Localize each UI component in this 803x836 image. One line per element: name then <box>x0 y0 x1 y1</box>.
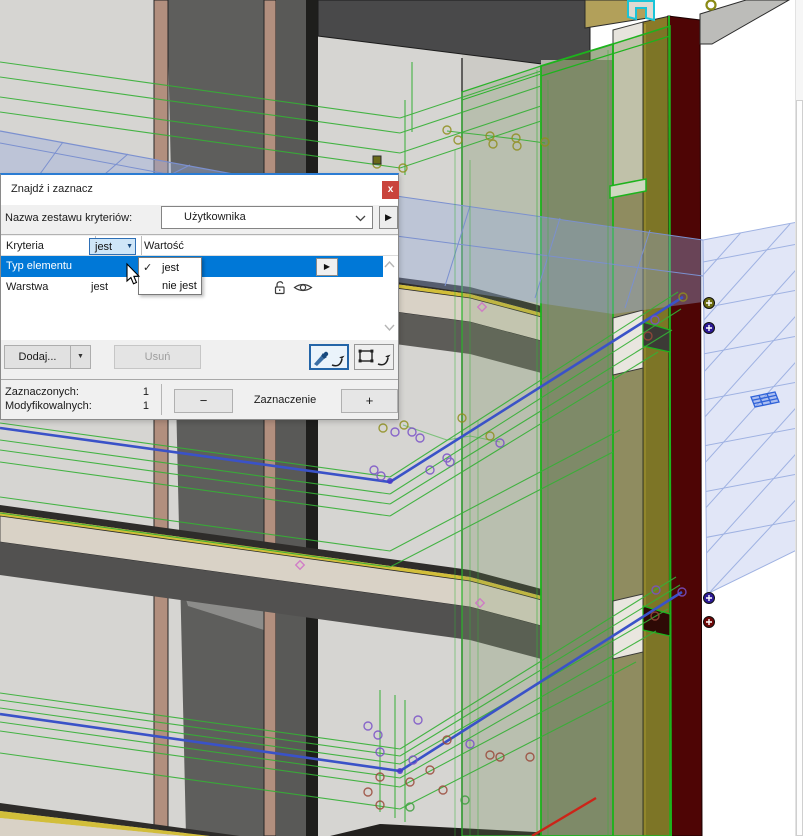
chevron-down-icon <box>355 215 366 222</box>
application-window: Znajdź i zaznacz x Nazwa zestawu kryteri… <box>0 0 803 836</box>
operator-combobox[interactable]: jest ▼ <box>89 238 136 255</box>
operator-dropdown-popup: ✓ jest nie jest <box>138 257 202 295</box>
column-header-value: Wartość <box>144 240 184 252</box>
operator-value: jest <box>91 281 108 293</box>
divider <box>161 384 162 415</box>
add-dropdown-button[interactable]: ▼ <box>70 345 91 369</box>
criteria-set-combobox[interactable]: Użytkownika <box>161 206 373 229</box>
editable-count-value: 1 <box>121 400 149 412</box>
scroll-up-icon[interactable] <box>383 260 396 269</box>
column-header-criteria: Kryteria <box>6 240 44 252</box>
dialog-titlebar[interactable]: Znajdź i zaznacz x <box>1 175 398 205</box>
column-divider <box>141 236 142 255</box>
editable-count-label: Modyfikowalnych: <box>5 400 92 412</box>
selected-count-value: 1 <box>121 386 149 398</box>
criteria-list[interactable]: Kryteria Wartość Typ elementu jest ▼ ▶ W… <box>1 236 398 340</box>
criteria-name: Warstwa <box>6 281 48 293</box>
vertical-scrollbar[interactable] <box>795 0 803 836</box>
pick-up-settings-button[interactable] <box>309 344 349 370</box>
remove-button[interactable]: Usuń <box>114 345 201 369</box>
selection-label: Zaznaczenie <box>235 394 335 406</box>
value-flyout-button[interactable]: ▶ <box>316 258 338 276</box>
check-icon: ✓ <box>143 261 152 274</box>
criteria-set-value: Użytkownika <box>184 211 246 223</box>
eyedropper-icon <box>311 346 347 368</box>
marquee-select-button[interactable] <box>354 344 394 370</box>
red-wall <box>668 16 702 836</box>
operator-value: jest <box>95 241 112 253</box>
separator <box>1 234 398 235</box>
close-button[interactable]: x <box>382 181 399 199</box>
separator <box>1 379 398 380</box>
find-select-dialog: Znajdź i zaznacz x Nazwa zestawu kryteri… <box>0 173 399 420</box>
scroll-down-icon[interactable] <box>383 323 396 332</box>
dropdown-arrow-icon: ▼ <box>126 243 133 250</box>
hotspot-square[interactable] <box>373 156 381 164</box>
scrollbar-thumb[interactable] <box>796 100 803 836</box>
dropdown-item-jest[interactable]: ✓ jest <box>139 259 201 277</box>
marquee-icon <box>356 345 392 367</box>
dropdown-item-nie-jest[interactable]: nie jest <box>139 277 201 295</box>
lock-open-icon <box>272 280 289 295</box>
dialog-title: Znajdź i zaznacz <box>11 183 93 195</box>
selected-count-label: Zaznaczonych: <box>5 386 79 398</box>
eye-icon <box>293 280 313 295</box>
criteria-set-label: Nazwa zestawu kryteriów: <box>5 212 132 224</box>
criteria-set-flyout-button[interactable]: ▶ <box>379 206 398 229</box>
deselect-button[interactable]: − <box>174 389 233 413</box>
add-button[interactable]: Dodaj... <box>4 345 71 369</box>
criteria-name: Typ elementu <box>6 260 72 272</box>
select-button[interactable]: + <box>341 389 398 413</box>
